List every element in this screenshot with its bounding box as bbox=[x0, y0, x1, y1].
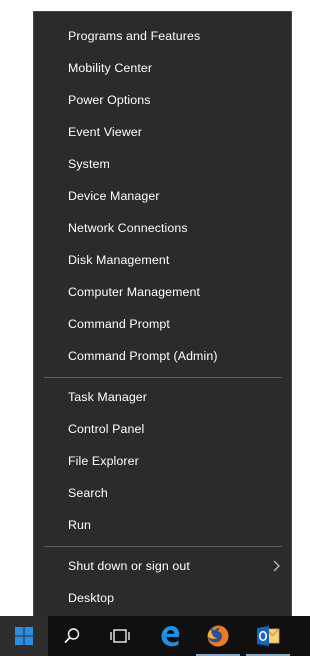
edge-browser-icon bbox=[161, 626, 180, 647]
task-view-button[interactable] bbox=[96, 616, 144, 656]
task-view-icon bbox=[110, 629, 130, 643]
menu-item-disk-management[interactable]: Disk Management bbox=[34, 244, 291, 276]
menu-item-programs-and-features[interactable]: Programs and Features bbox=[34, 20, 291, 52]
menu-item-label: Desktop bbox=[68, 591, 115, 605]
taskbar-firefox-button[interactable] bbox=[194, 616, 242, 656]
menu-item-label: Shut down or sign out bbox=[68, 559, 190, 573]
menu-item-shut-down-or-sign-out[interactable]: Shut down or sign out bbox=[34, 550, 291, 582]
taskbar-edge-button[interactable] bbox=[146, 616, 194, 656]
taskbar bbox=[0, 616, 310, 656]
menu-item-device-manager[interactable]: Device Manager bbox=[34, 180, 291, 212]
menu-item-system[interactable]: System bbox=[34, 148, 291, 180]
menu-item-label: Mobility Center bbox=[68, 61, 153, 75]
menu-item-power-options[interactable]: Power Options bbox=[34, 84, 291, 116]
menu-item-label: Disk Management bbox=[68, 253, 170, 267]
menu-item-label: Network Connections bbox=[68, 221, 188, 235]
menu-item-label: Task Manager bbox=[68, 390, 148, 404]
menu-item-command-prompt-admin[interactable]: Command Prompt (Admin) bbox=[34, 340, 291, 372]
menu-item-label: Command Prompt (Admin) bbox=[68, 349, 218, 363]
menu-item-label: Computer Management bbox=[68, 285, 201, 299]
menu-item-search[interactable]: Search bbox=[34, 477, 291, 509]
menu-item-label: Control Panel bbox=[68, 422, 145, 436]
outlook-icon bbox=[257, 626, 280, 646]
menu-item-label: Command Prompt bbox=[68, 317, 170, 331]
start-button[interactable] bbox=[0, 616, 48, 656]
menu-item-desktop[interactable]: Desktop bbox=[34, 582, 291, 614]
menu-item-label: Event Viewer bbox=[68, 125, 142, 139]
menu-item-label: System bbox=[68, 157, 110, 171]
menu-item-label: Power Options bbox=[68, 93, 151, 107]
menu-item-network-connections[interactable]: Network Connections bbox=[34, 212, 291, 244]
menu-separator bbox=[44, 546, 282, 547]
menu-item-file-explorer[interactable]: File Explorer bbox=[34, 445, 291, 477]
menu-item-label: Run bbox=[68, 518, 92, 532]
menu-item-label: Device Manager bbox=[68, 189, 160, 203]
firefox-icon bbox=[207, 625, 229, 647]
windows-start-icon bbox=[15, 627, 33, 645]
taskbar-outlook-button[interactable] bbox=[244, 616, 292, 656]
menu-item-control-panel[interactable]: Control Panel bbox=[34, 413, 291, 445]
search-icon bbox=[64, 628, 80, 644]
menu-item-label: File Explorer bbox=[68, 454, 139, 468]
menu-item-mobility-center[interactable]: Mobility Center bbox=[34, 52, 291, 84]
menu-separator bbox=[44, 377, 282, 378]
menu-item-event-viewer[interactable]: Event Viewer bbox=[34, 116, 291, 148]
context-menu: Programs and Features Mobility Center Po… bbox=[33, 11, 292, 621]
menu-item-label: Search bbox=[68, 486, 108, 500]
taskbar-search-button[interactable] bbox=[48, 616, 96, 656]
menu-item-computer-management[interactable]: Computer Management bbox=[34, 276, 291, 308]
menu-item-task-manager[interactable]: Task Manager bbox=[34, 381, 291, 413]
chevron-right-icon bbox=[273, 560, 280, 572]
menu-item-command-prompt[interactable]: Command Prompt bbox=[34, 308, 291, 340]
menu-item-label: Programs and Features bbox=[68, 29, 201, 43]
menu-item-run[interactable]: Run bbox=[34, 509, 291, 541]
